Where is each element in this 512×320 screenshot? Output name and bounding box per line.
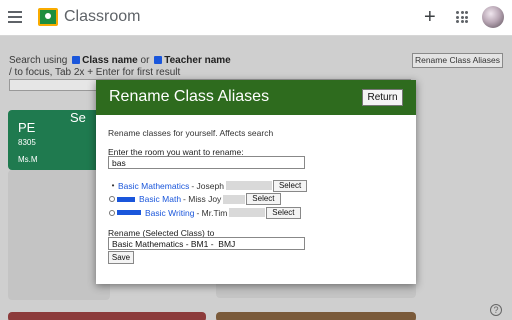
- class-link[interactable]: Basic Writing: [145, 208, 194, 218]
- class-card-body: [8, 170, 110, 300]
- room-search-input[interactable]: [108, 156, 305, 169]
- dialog-header: Rename Class Aliases Return: [96, 80, 416, 115]
- class-name-label: Class name: [82, 55, 138, 66]
- rename-aliases-dialog: Rename Class Aliases Return Rename class…: [96, 80, 416, 284]
- or-label: or: [140, 55, 150, 66]
- search-results-list: • Basic Mathematics - Joseph Select Basi…: [108, 179, 408, 220]
- redacted-text: [229, 208, 266, 218]
- result-row: Basic Math - Miss Joy Select: [108, 193, 408, 207]
- class-color-chip: [117, 196, 135, 202]
- select-button[interactable]: Select: [246, 193, 281, 206]
- search-options: Search using Class name or Teacher name: [9, 55, 231, 67]
- teacher-name: - Miss Joy: [183, 194, 222, 205]
- help-icon[interactable]: ?: [490, 304, 502, 316]
- class-name-checkbox[interactable]: [72, 56, 81, 64]
- class-card-section: 8305: [18, 138, 36, 147]
- class-color-chip: [117, 210, 141, 216]
- radio-button[interactable]: [109, 196, 115, 203]
- save-button[interactable]: Save: [108, 251, 134, 264]
- menu-icon[interactable]: [8, 11, 22, 23]
- dialog-title: Rename Class Aliases: [109, 88, 270, 105]
- classroom-logo-icon[interactable]: [38, 8, 58, 26]
- class-card-banner[interactable]: [216, 312, 416, 320]
- select-button[interactable]: Select: [266, 206, 301, 219]
- radio-button[interactable]: [109, 209, 115, 216]
- teacher-name: - Mr.Tim: [196, 207, 228, 218]
- teacher-name-label: Teacher name: [164, 55, 231, 66]
- teacher-name-checkbox[interactable]: [154, 56, 163, 64]
- search-hint: / to focus, Tab 2x + Enter for first res…: [9, 67, 181, 78]
- teacher-name: - Joseph: [191, 180, 224, 191]
- plus-icon[interactable]: +: [424, 7, 436, 27]
- class-link[interactable]: Basic Math: [139, 194, 181, 204]
- app-title[interactable]: Classroom: [64, 8, 140, 26]
- class-card-title[interactable]: PE: [18, 120, 35, 135]
- return-button[interactable]: Return: [362, 89, 403, 106]
- class-link[interactable]: Basic Mathematics: [118, 181, 189, 191]
- rename-class-aliases-button[interactable]: Rename Class Aliases: [412, 53, 503, 68]
- dialog-description: Rename classes for yourself. Affects sea…: [108, 128, 274, 138]
- search-using-label: Search using: [9, 55, 68, 66]
- rename-input[interactable]: [108, 237, 305, 250]
- select-button[interactable]: Select: [272, 179, 308, 192]
- redacted-text: [223, 194, 246, 204]
- result-row: Basic Writing - Mr.Tim Select: [108, 206, 408, 220]
- result-row: • Basic Mathematics - Joseph Select: [108, 179, 408, 193]
- class-card-banner[interactable]: [8, 312, 206, 320]
- apps-grid-icon[interactable]: [456, 11, 468, 23]
- bullet-icon: •: [111, 181, 115, 191]
- redacted-text: [225, 181, 272, 191]
- class-card-teacher: Ms.M: [18, 155, 38, 164]
- avatar[interactable]: [482, 6, 504, 28]
- app-bar: Classroom +: [0, 0, 512, 36]
